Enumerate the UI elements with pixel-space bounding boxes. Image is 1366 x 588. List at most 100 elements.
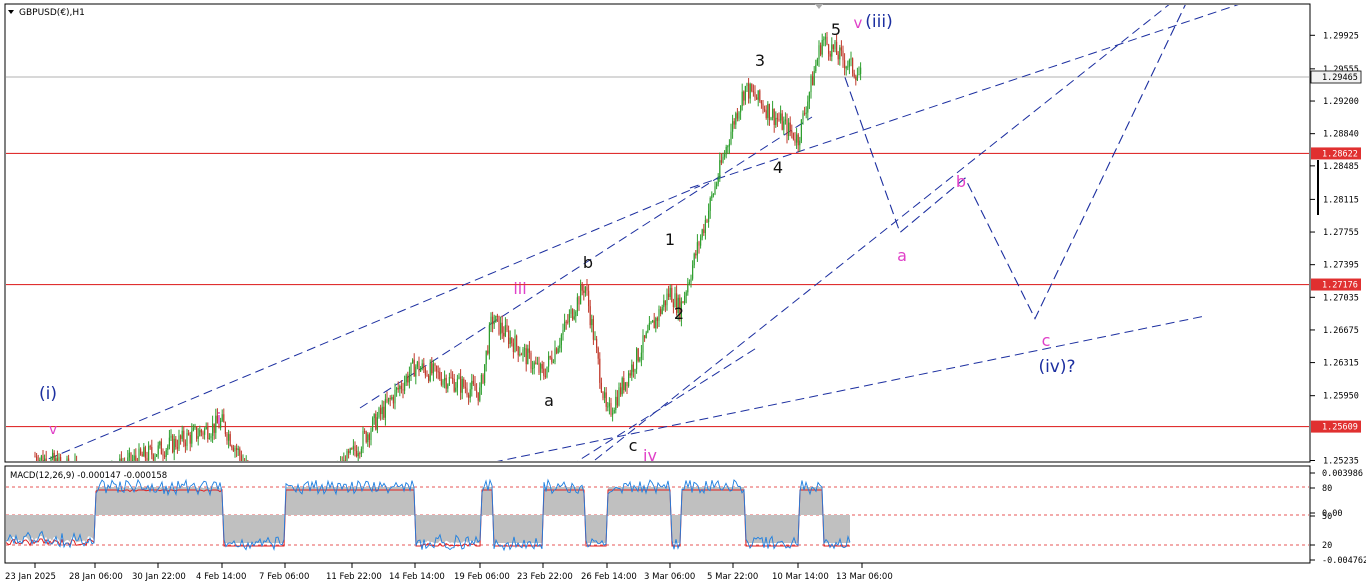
candle-body [456,378,458,388]
candle-body [698,242,700,246]
axis-scroll-marker[interactable] [1317,160,1319,215]
candle-body [234,448,236,452]
candle-body [708,210,710,223]
candle-body [607,406,609,408]
candle-body [735,113,737,125]
candle-body [359,453,361,455]
y-tick-label: 1.29925 [1323,31,1359,41]
candle-body [541,364,543,369]
candle-body [154,456,156,461]
candle-body [197,436,199,439]
candle-body [205,426,207,429]
candle-body [725,146,727,155]
x-tick-label: 14 Feb 14:00 [389,572,445,582]
candle-body [232,447,234,452]
candle-body [740,106,742,113]
y-tick-label: 1.28485 [1323,162,1359,172]
candle-body [818,45,820,60]
candle-body [634,369,636,372]
candle-body [832,44,834,49]
candle-body [428,375,430,381]
candle-body [360,448,362,454]
candle-body [684,295,686,303]
candle-body [356,450,358,457]
candle-body [453,378,455,392]
candle-body [583,290,585,293]
candle-body [223,414,225,423]
wave-label: a [897,246,907,265]
candle-body [407,375,409,383]
candle-body [157,445,159,455]
candle-body [648,322,650,331]
candle-body [844,60,846,69]
candle-body [749,84,751,99]
macd-axis: 0.003986800.005020-0.004762 [1310,469,1366,566]
candle-body [860,67,862,74]
x-tick-label: 28 Jan 06:00 [69,572,123,582]
candle-body [38,462,39,466]
candle-body [189,434,191,444]
candle-body [202,432,204,435]
candle-body [517,346,519,356]
candle-body [370,430,372,440]
candle-body [480,375,482,388]
candle-body [608,403,610,407]
x-tick-label: 26 Feb 14:00 [581,572,637,582]
candle-body [604,392,606,399]
candle-body [519,354,521,356]
y-tick-label: 1.25235 [1323,457,1359,467]
candle-body [626,382,628,387]
y-tick-label: 1.27035 [1323,293,1359,303]
candle-body [212,423,214,436]
candle-body [540,364,542,373]
candle-body [538,363,540,373]
candle-body [400,385,402,390]
candle-body [485,350,487,365]
candle-body [852,58,854,74]
candle-body [392,397,394,404]
candle-body [624,382,626,391]
candle-body [839,47,841,60]
price-axis: 1.299251.295551.292001.288401.284851.281… [1310,31,1362,467]
candle-body [464,386,466,389]
candle-body [156,454,158,457]
candle-body [743,91,745,101]
candle-body [786,119,788,136]
wave-label: (iii) [865,12,892,32]
candle-body [704,220,706,234]
wave-label: 5 [831,20,841,39]
candle-body [516,335,518,347]
candle-body [813,71,815,86]
candle-body [612,413,614,415]
candle-body [682,301,684,303]
candle-body [772,108,774,118]
candle-body [712,194,714,196]
candle-body [354,445,356,451]
candle-body [506,325,508,331]
candle-body [706,220,708,223]
price-panel[interactable] [4,3,1311,463]
candle-body [504,325,506,337]
candle-body [696,242,698,256]
candle-body [754,91,756,98]
chart-canvas[interactable]: (i)viiiiabciv12345 v (iii)abc(iv)? 1.29925… [0,0,1366,588]
y-tick-label: 1.25950 [1323,392,1359,402]
x-tick-label: 23 Jan 2025 [5,572,56,582]
candle-body [484,364,486,383]
candle-body [42,455,44,461]
candle-body [520,354,522,356]
candle-body [178,435,180,449]
candle-body [239,448,241,456]
candle-body [732,121,734,132]
candle-body [568,313,570,322]
candle-body [701,229,703,238]
candle-body [348,451,350,454]
x-tick-label: 5 Mar 22:00 [707,572,758,582]
x-tick-label: 10 Mar 14:00 [772,572,829,582]
candle-body [151,447,153,455]
candle-body [644,335,646,338]
candle-body [589,306,591,326]
candle-body [554,348,556,362]
candle-body [237,448,239,450]
wave-label: iv [643,446,657,465]
